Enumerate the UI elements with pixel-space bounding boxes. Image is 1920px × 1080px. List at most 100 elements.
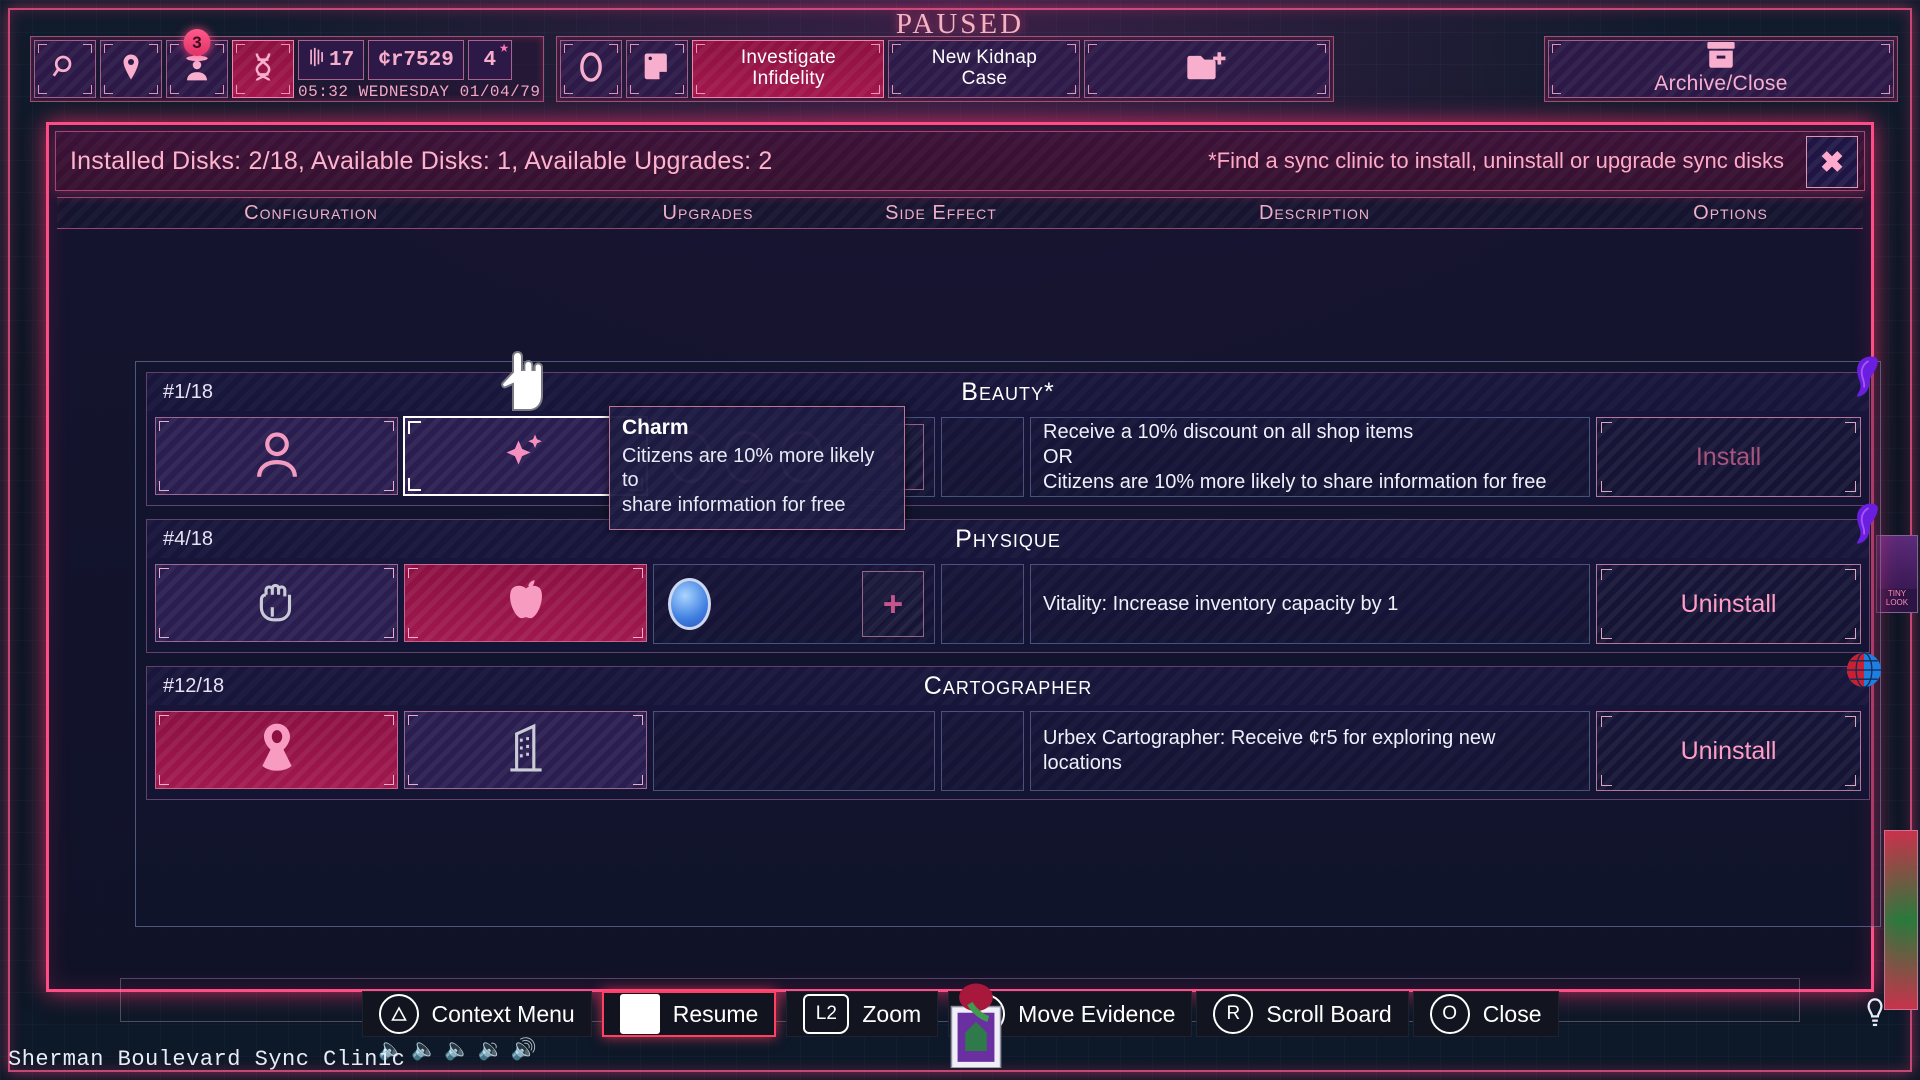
- triangle-button-icon: [378, 994, 419, 1034]
- disk-name: Cartographer: [923, 671, 1093, 700]
- archive-box-icon: [1706, 42, 1736, 73]
- detective-icon: [181, 51, 213, 88]
- disk-slot-person[interactable]: [155, 417, 398, 495]
- square-button-icon: [619, 994, 660, 1034]
- toolbar-mid-group: Investigate Infidelity New Kidnap Case: [556, 36, 1335, 102]
- modal-header: Installed Disks: 2/18, Available Disks: …: [55, 131, 1865, 191]
- disk-tooltip: Charm Citizens are 10% more likely to sh…: [609, 406, 905, 531]
- speaker-icon: 🔊: [510, 1038, 537, 1061]
- disk-option-uninstall[interactable]: Uninstall: [1596, 564, 1861, 644]
- rating-value: 4: [483, 48, 497, 72]
- game-screen: games PAUSED 3: [0, 0, 1920, 1080]
- case-new-kidnap[interactable]: New Kidnap Case: [888, 40, 1081, 98]
- disk-description: Receive a 10% discount on all shop items…: [1030, 417, 1590, 497]
- disk-body: + Receive a 10% discount on all shop ite…: [147, 411, 1869, 505]
- disk-upgrades: +: [653, 564, 935, 644]
- disk-upgrades: [653, 711, 935, 791]
- fingerprint-value: 17: [329, 48, 355, 72]
- handcuff-icon: [576, 50, 606, 89]
- column-header-options: Options: [1693, 201, 1768, 224]
- column-header-configuration: Configuration: [244, 201, 378, 224]
- detective-icon-button[interactable]: 3: [166, 29, 228, 98]
- upgrade-slot-filled[interactable]: [668, 578, 711, 630]
- case-label: New Kidnap Case: [931, 47, 1038, 89]
- column-header-side-effect: Side Effect: [885, 201, 997, 224]
- hint-zoom[interactable]: L2 Zoom: [786, 991, 939, 1037]
- map-pin-icon: [254, 722, 300, 779]
- apple-icon: [502, 576, 550, 631]
- folder-plus-icon: [1186, 51, 1228, 88]
- disk-slot-apple[interactable]: [404, 564, 647, 642]
- speaker-icon: 🔈: [444, 1038, 471, 1061]
- sync-disks-modal: Installed Disks: 2/18, Available Disks: …: [46, 122, 1882, 992]
- disk-header: #12/18 Cartographer: [147, 652, 1882, 705]
- modal-title: Installed Disks: 2/18, Available Disks: …: [70, 146, 773, 175]
- archive-close-label: Archive/Close: [1654, 72, 1788, 96]
- disk-list: #1/18 Beauty* Receive a 10% discount on …: [135, 356, 1882, 927]
- game-clock: 05:32 WEDNESDAY 01/04/79: [298, 83, 541, 101]
- column-header-upgrades: Upgrades: [662, 201, 754, 224]
- disk-header: #4/18 Physique: [147, 503, 1878, 558]
- disk-option-install[interactable]: Install: [1596, 417, 1861, 497]
- toolbar-stats: 17 ¢r7529 ★ 4 05:32 WEDNESDAY 01/04/79: [298, 39, 541, 101]
- handcuff-icon-button[interactable]: [560, 40, 623, 98]
- rating-stat[interactable]: ★ 4: [467, 39, 512, 80]
- add-upgrade-button[interactable]: +: [862, 571, 924, 637]
- disk-side-effect: [941, 564, 1024, 644]
- new-case-folder-button[interactable]: [1084, 40, 1331, 98]
- disk-slot-building[interactable]: [404, 711, 647, 789]
- l2-button-icon: L2: [803, 994, 850, 1034]
- disk-row: #12/18 Cartographer Urbex Cartographer: …: [146, 652, 1882, 800]
- notification-badge: 3: [183, 29, 211, 56]
- fingerprint-stat[interactable]: 17: [298, 40, 365, 80]
- column-headers: Configuration Upgrades Side Effect Descr…: [57, 197, 1863, 229]
- player-token: [945, 982, 1007, 1069]
- close-icon[interactable]: ✖: [1806, 136, 1858, 188]
- fingerprint-icon: [308, 46, 324, 75]
- disk-option-label: Uninstall: [1680, 589, 1777, 618]
- location-status: Sherman Boulevard Sync Clinic: [8, 1047, 406, 1072]
- speaker-icon: 🔉: [477, 1038, 504, 1061]
- toolbar-right-group: Archive/Close: [1544, 36, 1898, 102]
- modal-note: *Find a sync clinic to install, uninstal…: [1208, 148, 1784, 173]
- hint-label: Zoom: [862, 1000, 922, 1027]
- hint-resume[interactable]: Resume: [601, 991, 777, 1037]
- credits-value: ¢r7529: [378, 48, 454, 72]
- circle-button-icon: O: [1429, 994, 1470, 1034]
- disk-body: Urbex Cartographer: Receive ¢r5 for expl…: [147, 705, 1869, 799]
- dna-icon-button[interactable]: [232, 40, 294, 98]
- notebook-icon-button[interactable]: [626, 40, 689, 98]
- disk-option-uninstall[interactable]: Uninstall: [1596, 711, 1861, 791]
- disk-slot-map-pin[interactable]: [155, 711, 398, 789]
- star-icon: ★: [499, 39, 509, 57]
- column-header-description: Description: [1258, 201, 1370, 224]
- tooltip-body: Citizens are 10% more likely to share in…: [622, 445, 875, 516]
- lamp-icon: [1866, 998, 1883, 1028]
- disk-name: Physique: [955, 524, 1061, 553]
- top-toolbar: 3 17 ¢r7529 ★ 4 05:32 WEDNESDAY 01/04/79…: [30, 29, 1898, 102]
- map-pin-icon-button[interactable]: [100, 40, 162, 98]
- map-pin-icon: [116, 52, 146, 87]
- disk-option-label: Uninstall: [1680, 736, 1777, 765]
- hint-label: Context Menu: [431, 1000, 575, 1027]
- hint-scroll-board[interactable]: R Scroll Board: [1196, 991, 1409, 1037]
- case-investigate-infidelity[interactable]: Investigate Infidelity: [692, 40, 885, 98]
- r-button-icon: R: [1213, 994, 1254, 1034]
- disk-slot-fist[interactable]: [155, 564, 398, 642]
- search-icon-button[interactable]: [34, 40, 96, 98]
- credits-stat[interactable]: ¢r7529: [368, 40, 464, 80]
- case-label: Investigate Infidelity: [740, 47, 837, 89]
- disk-header: #1/18 Beauty*: [147, 356, 1878, 411]
- toolbar-left-group: 3 17 ¢r7529 ★ 4 05:32 WEDNESDAY 01/04/79: [30, 29, 545, 102]
- hint-label: Scroll Board: [1266, 1000, 1392, 1027]
- disk-side-effect: [941, 417, 1024, 497]
- hint-close[interactable]: O Close: [1412, 991, 1559, 1037]
- building-icon: [503, 723, 549, 778]
- hint-context-menu[interactable]: Context Menu: [361, 991, 592, 1037]
- side-thumb-top: TINY LOOK: [1876, 535, 1918, 613]
- search-icon: [50, 52, 80, 87]
- fist-icon: [252, 576, 302, 631]
- archive-close-button[interactable]: Archive/Close: [1548, 40, 1894, 98]
- side-thumb-bottom: [1884, 830, 1918, 1010]
- disk-description: Urbex Cartographer: Receive ¢r5 for expl…: [1030, 711, 1590, 791]
